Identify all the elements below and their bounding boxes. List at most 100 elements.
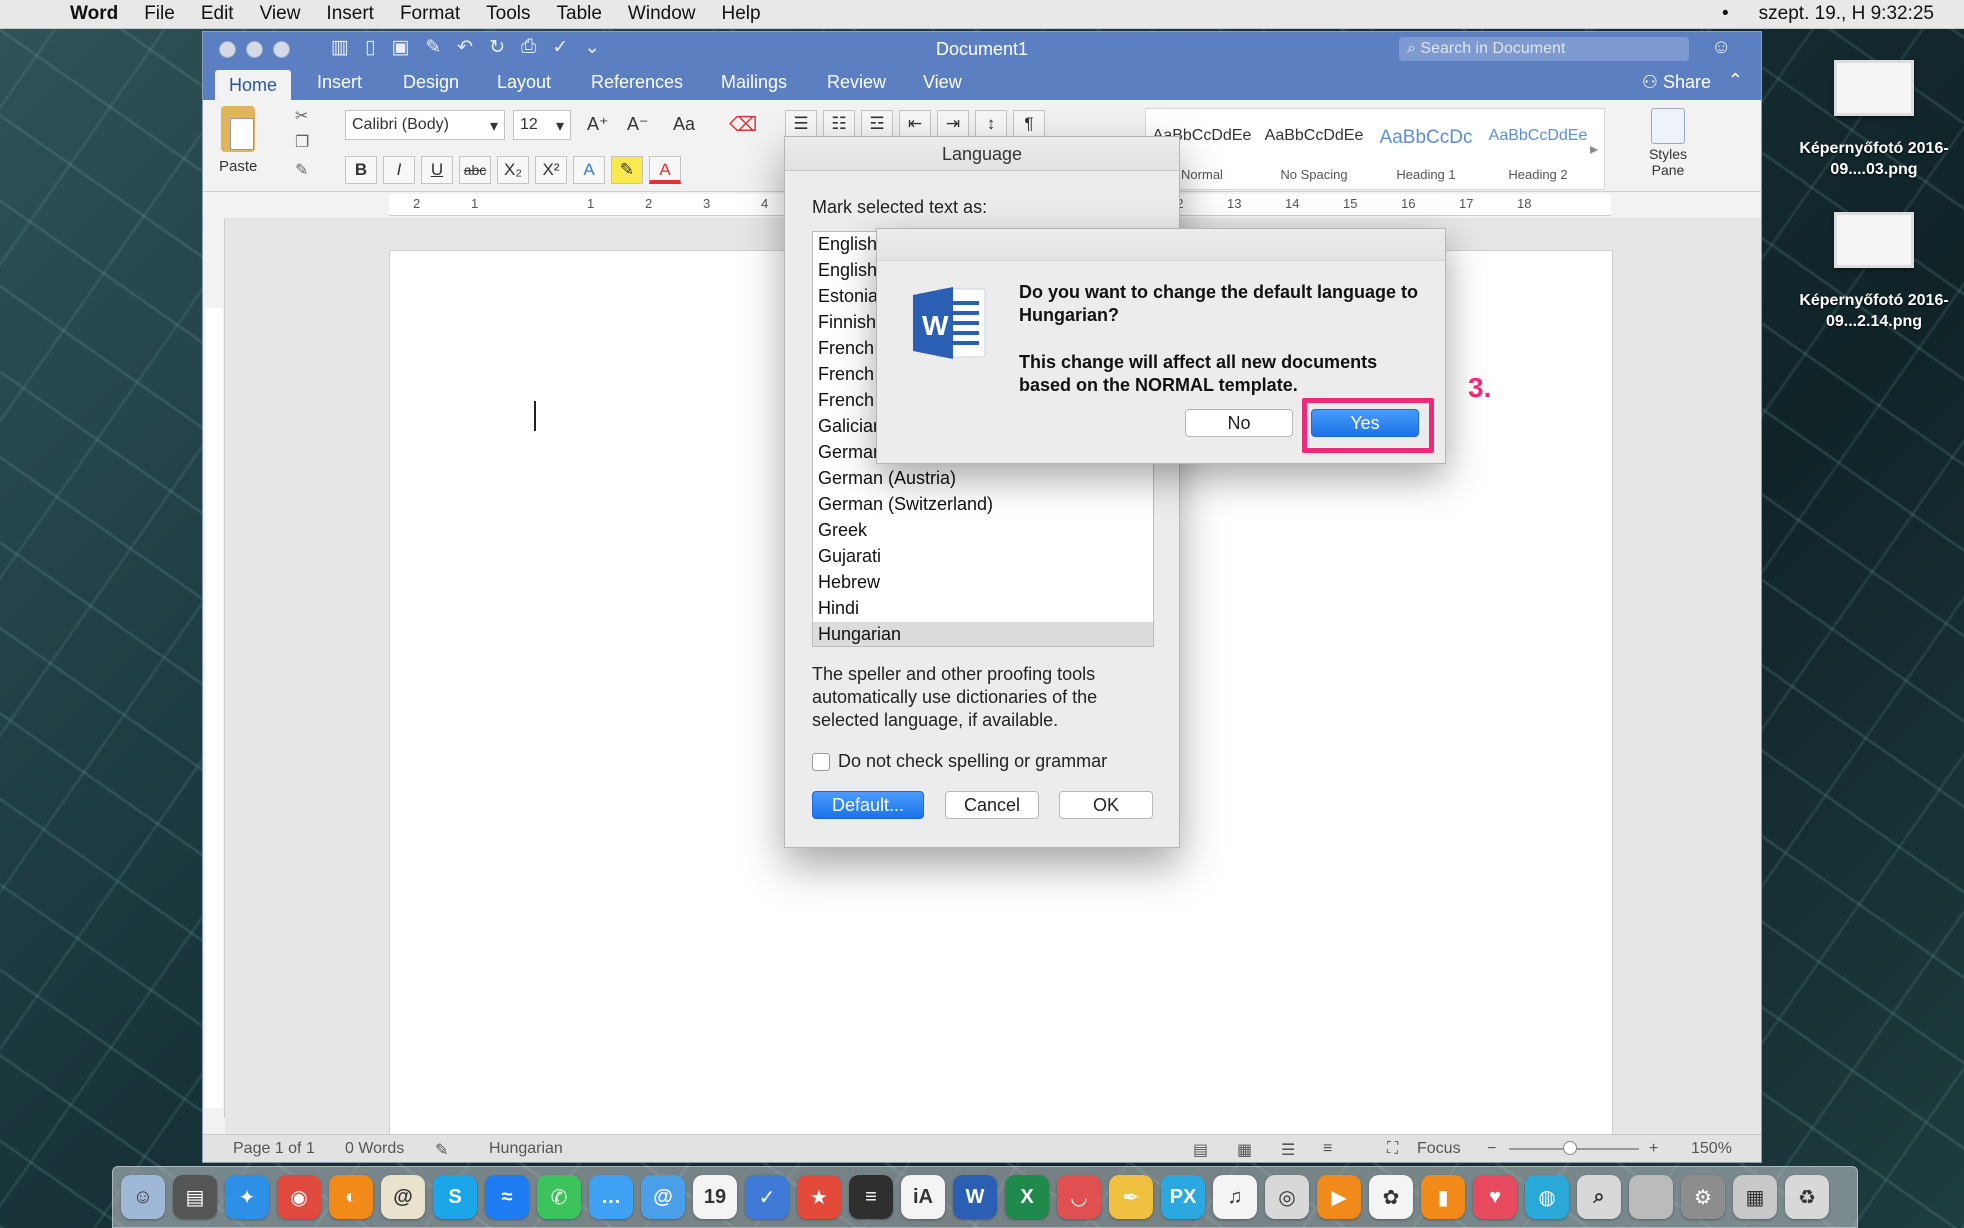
- list-item[interactable]: Hindi: [813, 596, 1153, 622]
- gallery-next-icon[interactable]: ▸: [1590, 139, 1598, 159]
- list-item[interactable]: Gujarati: [813, 544, 1153, 570]
- ia-writer-icon[interactable]: iA: [901, 1175, 945, 1219]
- list-item[interactable]: German (Austria): [813, 466, 1153, 492]
- style-heading-2[interactable]: AaBbCcDdEe Heading 2: [1488, 109, 1588, 189]
- tab-design[interactable]: Design: [403, 72, 459, 93]
- language-status[interactable]: Hungarian: [489, 1140, 563, 1158]
- menu-edit[interactable]: Edit: [201, 3, 234, 25]
- menu-window[interactable]: Window: [628, 3, 696, 25]
- cut-icon[interactable]: ✂: [295, 106, 308, 126]
- menu-format[interactable]: Format: [400, 3, 460, 25]
- zoom-level[interactable]: 150%: [1691, 1140, 1732, 1158]
- zoom-in-icon[interactable]: +: [1649, 1140, 1658, 1158]
- superscript-button[interactable]: X²: [535, 156, 567, 184]
- menu-file[interactable]: File: [144, 3, 175, 25]
- strikethrough-button[interactable]: abc: [459, 156, 491, 184]
- pocket-icon[interactable]: ♥: [1473, 1175, 1517, 1219]
- show-formatting-icon[interactable]: ¶: [1013, 110, 1045, 138]
- firefox-icon[interactable]: ◐: [329, 1175, 373, 1219]
- desktop-file-icon[interactable]: Képernyőfotó 2016-09...2.14.png: [1794, 212, 1954, 332]
- bullets-icon[interactable]: ☰: [785, 110, 817, 138]
- vlc-icon[interactable]: ▶: [1317, 1175, 1361, 1219]
- proofing-icon[interactable]: ✎: [435, 1140, 448, 1160]
- menu-view[interactable]: View: [260, 3, 301, 25]
- list-item[interactable]: Hebrew: [813, 570, 1153, 596]
- desktop-file-icon[interactable]: Képernyőfotó 2016-09....03.png: [1794, 60, 1954, 180]
- font-color-icon[interactable]: A: [649, 156, 681, 184]
- disk-utility-icon[interactable]: ▤: [173, 1175, 217, 1219]
- list-item-selected[interactable]: Hungarian: [813, 622, 1153, 646]
- grow-font-icon[interactable]: A⁺: [587, 114, 609, 135]
- font-name-select[interactable]: Calibri (Body) ▾: [345, 110, 505, 140]
- format-painter-icon[interactable]: ✎: [295, 160, 308, 180]
- menu-app-name[interactable]: Word: [70, 3, 118, 25]
- style-no-spacing[interactable]: AaBbCcDdEe No Spacing: [1264, 109, 1364, 189]
- styles-pane-button[interactable]: Styles Pane: [1643, 108, 1693, 178]
- documents-icon[interactable]: ▦: [1733, 1175, 1777, 1219]
- tab-layout[interactable]: Layout: [497, 72, 551, 93]
- font-size-select[interactable]: 12 ▾: [513, 110, 571, 140]
- share-button[interactable]: ⚇ Share: [1642, 72, 1711, 93]
- zoom-slider-thumb[interactable]: [1563, 1141, 1577, 1155]
- menu-table[interactable]: Table: [557, 3, 602, 25]
- outline-icon[interactable]: ☰: [1281, 1140, 1295, 1160]
- word-icon[interactable]: W: [953, 1175, 997, 1219]
- text-effects-icon[interactable]: A: [573, 156, 605, 184]
- increase-indent-icon[interactable]: ⇥: [937, 110, 969, 138]
- podcast-icon[interactable]: ◎: [1265, 1175, 1309, 1219]
- clear-formatting-icon[interactable]: ⌫: [729, 112, 757, 137]
- tab-review[interactable]: Review: [827, 72, 886, 93]
- paste-button[interactable]: Paste: [219, 104, 257, 175]
- bold-button[interactable]: B: [345, 156, 377, 184]
- underline-button[interactable]: U: [421, 156, 453, 184]
- list-item[interactable]: German (Switzerland): [813, 492, 1153, 518]
- copy-icon[interactable]: ❐: [295, 132, 309, 152]
- menu-insert[interactable]: Insert: [326, 3, 374, 25]
- messenger-icon[interactable]: ≈: [485, 1175, 529, 1219]
- music-icon[interactable]: ♫: [1213, 1175, 1257, 1219]
- sort-icon[interactable]: ↕: [975, 110, 1007, 138]
- default-button[interactable]: Default...: [812, 791, 924, 819]
- multilevel-list-icon[interactable]: ☲: [861, 110, 893, 138]
- tab-references[interactable]: References: [591, 72, 683, 93]
- collapse-ribbon-icon[interactable]: ⌃: [1728, 70, 1743, 91]
- chrome-icon[interactable]: ◉: [277, 1175, 321, 1219]
- system-prefs-icon[interactable]: ⚙: [1681, 1175, 1725, 1219]
- list-item[interactable]: Greek: [813, 518, 1153, 544]
- print-layout-icon[interactable]: ▤: [1193, 1140, 1208, 1160]
- draft-icon[interactable]: ≡: [1323, 1140, 1332, 1158]
- menu-tools[interactable]: Tools: [486, 3, 530, 25]
- calendar-icon[interactable]: 19: [693, 1175, 737, 1219]
- spotlight-icon[interactable]: ⌕: [1577, 1175, 1621, 1219]
- cancel-button[interactable]: Cancel: [945, 791, 1039, 819]
- focus-label[interactable]: Focus: [1417, 1140, 1461, 1158]
- phone-icon[interactable]: ✆: [537, 1175, 581, 1219]
- camera-icon[interactable]: ◍: [1525, 1175, 1569, 1219]
- mail-stamp-icon[interactable]: @: [381, 1175, 425, 1219]
- change-case-icon[interactable]: Aa: [673, 114, 695, 135]
- search-input[interactable]: ⌕ Search in Document: [1399, 37, 1689, 61]
- apple-store-icon[interactable]: [1629, 1175, 1673, 1219]
- excel-icon[interactable]: X: [1005, 1175, 1049, 1219]
- no-proofing-checkbox[interactable]: Do not check spelling or grammar: [812, 751, 1107, 772]
- trash-icon[interactable]: ♻: [1785, 1175, 1829, 1219]
- decrease-indent-icon[interactable]: ⇤: [899, 110, 931, 138]
- finder-icon[interactable]: ☺: [121, 1175, 165, 1219]
- things-icon[interactable]: ✓: [745, 1175, 789, 1219]
- ibooks-icon[interactable]: ▮: [1421, 1175, 1465, 1219]
- mail-icon[interactable]: @: [641, 1175, 685, 1219]
- pixelmator-icon[interactable]: PX: [1161, 1175, 1205, 1219]
- pen-icon[interactable]: ✒: [1109, 1175, 1153, 1219]
- focus-icon[interactable]: ⛶: [1387, 1140, 1398, 1158]
- skype-icon[interactable]: S: [433, 1175, 477, 1219]
- menu-help[interactable]: Help: [722, 3, 761, 25]
- subscript-button[interactable]: X₂: [497, 156, 529, 184]
- tab-view[interactable]: View: [923, 72, 962, 93]
- highlight-icon[interactable]: ✎: [611, 156, 643, 184]
- feedback-smiley-icon[interactable]: ☺: [1711, 36, 1731, 59]
- menubar-clock[interactable]: szept. 19., H 9:32:25: [1759, 3, 1934, 25]
- style-heading-1[interactable]: AaBbCcDc Heading 1: [1376, 109, 1476, 189]
- italic-button[interactable]: I: [383, 156, 415, 184]
- ok-button[interactable]: OK: [1059, 791, 1153, 819]
- checkbox-box[interactable]: [812, 752, 830, 771]
